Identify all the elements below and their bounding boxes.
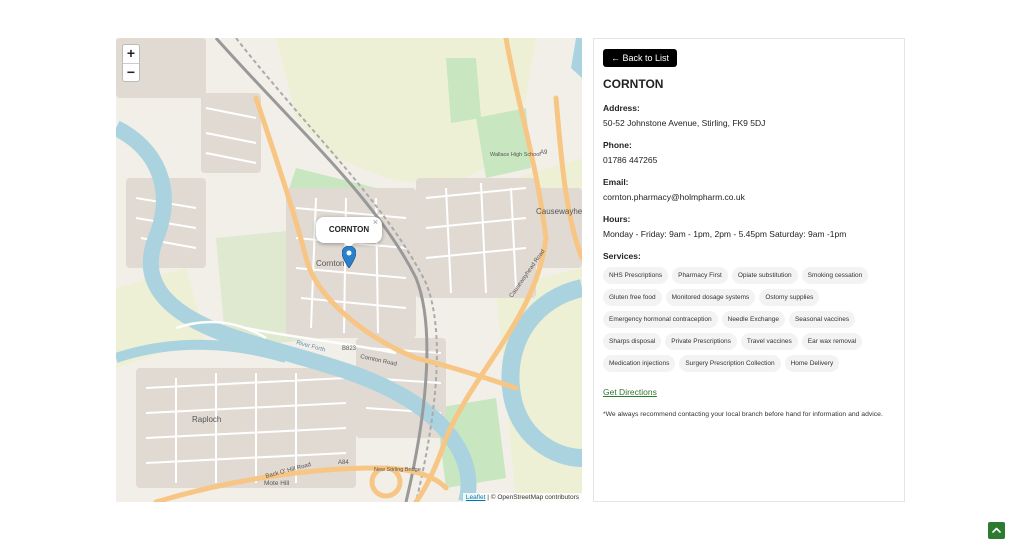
popup-title: CORNTON [328, 225, 370, 234]
service-chip: Seasonal vaccines [788, 311, 856, 328]
service-chip: Smoking cessation [801, 267, 869, 284]
label-mote-hill: Mote Hill [264, 480, 290, 487]
hours-label: Hours: [603, 214, 631, 224]
service-chip: Medication injections [603, 355, 676, 372]
email-value: cornton.pharmacy@holmpharm.co.uk [603, 192, 745, 202]
email-label: Email: [603, 177, 629, 187]
service-chip: Opiate substitution [731, 267, 798, 284]
phone-label: Phone: [603, 140, 632, 150]
address-value: 50-52 Johnstone Avenue, Stirling, FK9 5D… [603, 118, 766, 128]
hours-value: Monday - Friday: 9am - 1pm, 2pm - 5.45pm… [603, 229, 847, 239]
service-chip: Surgery Prescription Collection [679, 355, 781, 372]
label-causewayhead: Causewayhe [536, 207, 582, 216]
map-tiles[interactable]: Raploch Cornton Mote Hill Causewayhe Wal… [116, 38, 582, 502]
service-chip: Travel vaccines [740, 333, 798, 350]
map-attribution: Leaflet | © OpenStreetMap contributors [462, 493, 582, 502]
map-pin-icon[interactable] [342, 246, 356, 268]
zoom-out-button[interactable]: − [123, 63, 139, 81]
service-chip: Sharps disposal [603, 333, 662, 350]
label-a84: A84 [338, 460, 349, 466]
label-wallace-high-school: Wallace High School [490, 152, 541, 158]
label-b823: B823 [342, 346, 357, 352]
label-a9: A9 [540, 150, 548, 156]
advice-note: *We always recommend contacting your loc… [603, 411, 883, 418]
popup-close-icon[interactable]: × [373, 209, 378, 235]
get-directions-link[interactable]: Get Directions [603, 387, 657, 397]
service-chip: Home Delivery [784, 355, 840, 372]
service-chip: NHS Prescriptions [603, 267, 669, 284]
branch-details-panel: ← Back to List CORNTON Address: 50-52 Jo… [593, 38, 905, 502]
service-chip: Pharmacy First [672, 267, 728, 284]
map-view[interactable]: Raploch Cornton Mote Hill Causewayhe Wal… [116, 38, 582, 502]
label-new-stirling-bridge: New Stirling Bridge [374, 467, 421, 473]
service-chip: Private Prescriptions [665, 333, 737, 350]
osm-attribution: | © OpenStreetMap contributors [487, 494, 579, 501]
service-chip: Needle Exchange [721, 311, 785, 328]
label-raploch: Raploch [192, 415, 221, 424]
service-chip: Gluten free food [603, 289, 662, 306]
back-to-top-button[interactable] [988, 522, 1005, 539]
leaflet-link[interactable]: Leaflet [466, 494, 486, 501]
zoom-control: + − [122, 44, 140, 82]
phone-value: 01786 447265 [603, 155, 658, 165]
services-list: NHS Prescriptions Pharmacy First Opiate … [603, 267, 903, 377]
service-chip: Monitored dosage systems [665, 289, 756, 306]
zoom-in-button[interactable]: + [123, 45, 139, 63]
chevron-up-icon [992, 527, 1001, 533]
service-chip: Emergency hormonal contraception [603, 311, 718, 328]
map-popup: CORNTON × [316, 217, 382, 248]
label-cornton: Cornton [316, 259, 344, 268]
service-chip: Ostomy supplies [759, 289, 820, 306]
branch-title: CORNTON [603, 77, 664, 91]
service-chip: Ear wax removal [801, 333, 863, 350]
back-to-list-button[interactable]: ← Back to List [603, 49, 678, 67]
services-label: Services: [603, 251, 641, 261]
address-label: Address: [603, 103, 640, 113]
